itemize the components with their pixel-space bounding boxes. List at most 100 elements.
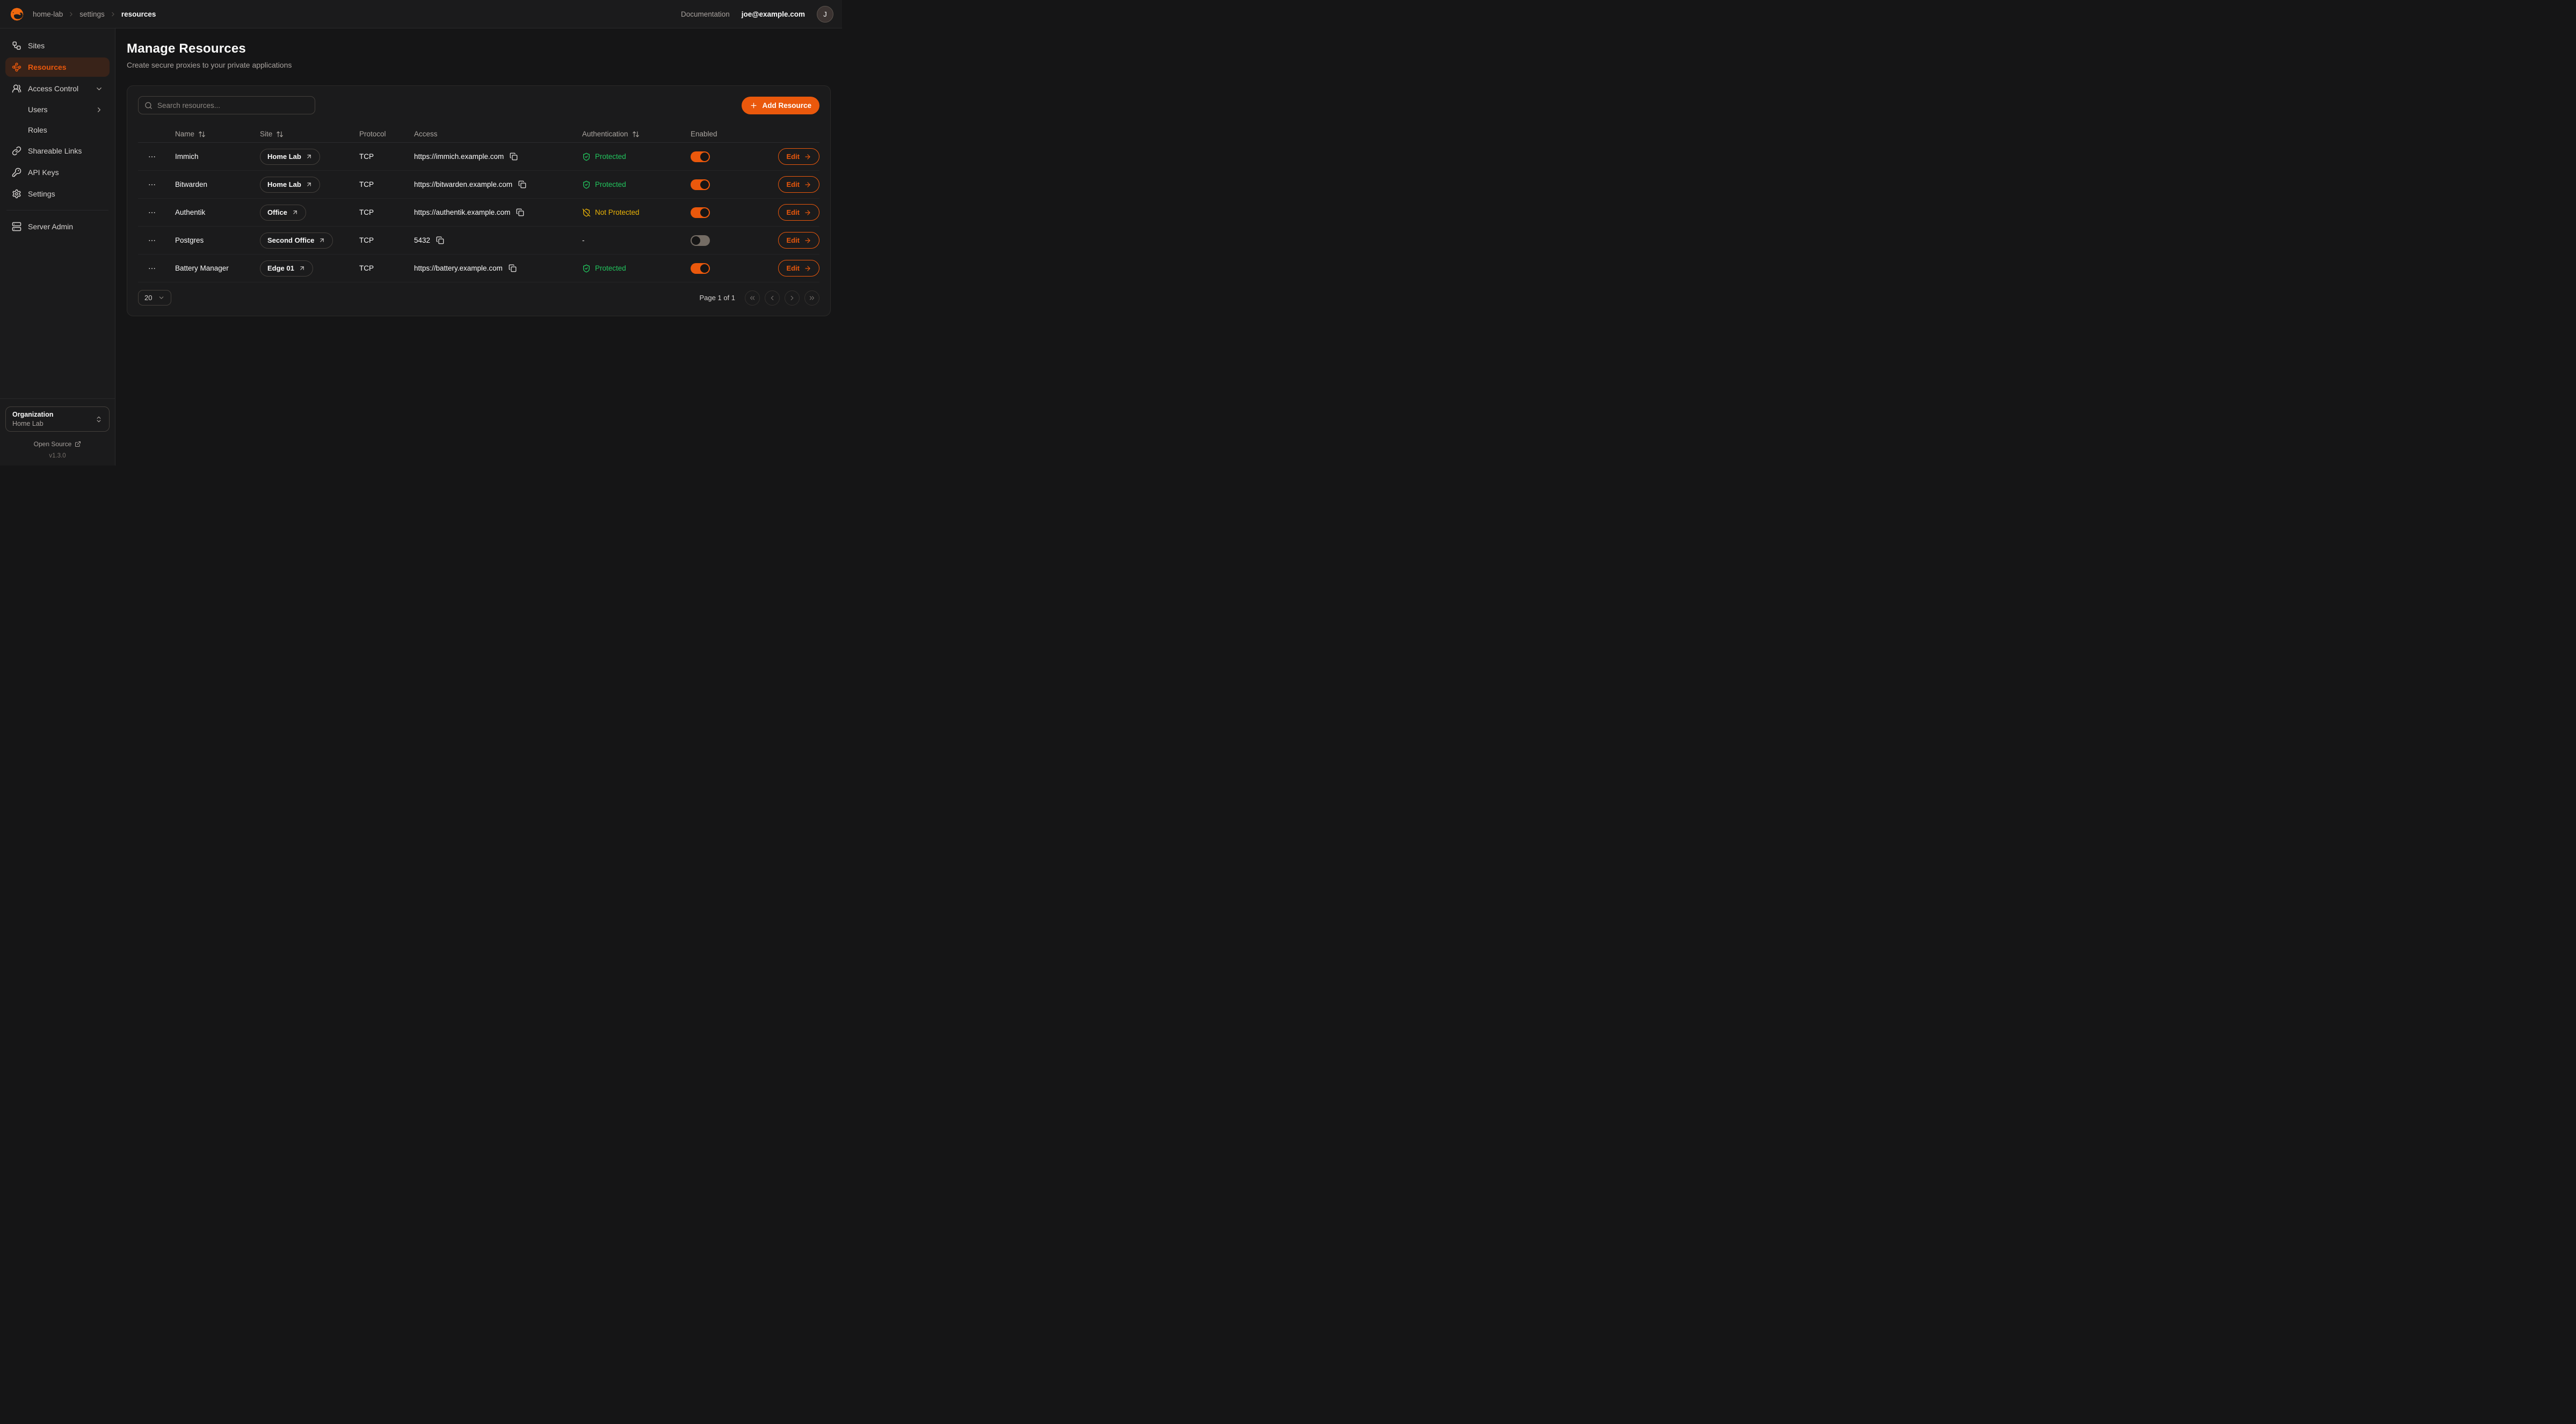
auth-status: - <box>582 236 691 244</box>
sort-icon[interactable] <box>276 130 284 138</box>
sidebar-item-sites[interactable]: Sites <box>5 36 110 55</box>
sidebar-item-server-admin[interactable]: Server Admin <box>5 217 110 236</box>
sidebar-item-access-control[interactable]: Access Control <box>5 79 110 98</box>
sidebar-item-api-keys[interactable]: API Keys <box>5 163 110 182</box>
sidebar-item-roles[interactable]: Roles <box>5 121 110 139</box>
table-header-row: Name Site Protocol <box>138 126 819 143</box>
arrow-up-right-icon <box>306 153 313 160</box>
auth-status-label: Not Protected <box>595 208 640 216</box>
resource-name: Bitwarden <box>175 180 260 188</box>
pangolin-logo <box>9 6 25 23</box>
sidebar-item-shareable-links[interactable]: Shareable Links <box>5 141 110 161</box>
site-link-badge[interactable]: Office <box>260 205 306 221</box>
sort-icon[interactable] <box>632 130 640 138</box>
shield-check-icon <box>582 180 591 189</box>
resource-protocol: TCP <box>359 208 414 216</box>
table-row: Battery Manager Edge 01 TCP https://batt… <box>138 255 819 282</box>
add-resource-button[interactable]: Add Resource <box>742 97 819 114</box>
next-page-button[interactable] <box>785 290 800 306</box>
sidebar-item-label: Shareable Links <box>28 147 82 155</box>
chevron-down-icon <box>95 85 103 93</box>
open-source-label: Open Source <box>34 440 72 448</box>
table-row: Authentik Office TCP https://authentik.e… <box>138 199 819 227</box>
copy-icon[interactable] <box>436 236 444 244</box>
pagination: Page 1 of 1 <box>700 290 820 306</box>
breadcrumb-org[interactable]: home-lab <box>33 10 63 18</box>
open-source-link[interactable]: Open Source <box>5 440 110 448</box>
auth-status: Protected <box>582 264 691 273</box>
enabled-toggle[interactable] <box>691 235 710 246</box>
site-link-badge[interactable]: Edge 01 <box>260 260 313 277</box>
row-actions-menu-button[interactable] <box>146 234 158 247</box>
row-actions-menu-button[interactable] <box>146 206 158 219</box>
site-link-badge[interactable]: Home Lab <box>260 177 320 193</box>
server-icon <box>12 222 21 231</box>
row-actions-menu-button[interactable] <box>146 262 158 275</box>
sidebar-item-users[interactable]: Users <box>5 100 110 119</box>
copy-icon[interactable] <box>516 208 524 216</box>
organization-picker[interactable]: Organization Home Lab <box>5 406 110 432</box>
enabled-toggle[interactable] <box>691 263 710 274</box>
sidebar-item-resources[interactable]: Resources <box>5 57 110 77</box>
edit-button[interactable]: Edit <box>778 204 819 221</box>
shield-check-icon <box>582 264 591 273</box>
column-header-access: Access <box>414 130 582 138</box>
workflow-icon <box>12 41 21 50</box>
enabled-toggle[interactable] <box>691 179 710 190</box>
page-title: Manage Resources <box>127 41 831 56</box>
auth-status: Not Protected <box>582 208 691 217</box>
arrow-right-icon <box>804 209 811 216</box>
row-actions-menu-button[interactable] <box>146 178 158 191</box>
edit-button[interactable]: Edit <box>778 260 819 277</box>
auth-status-label: - <box>582 236 585 244</box>
edit-button[interactable]: Edit <box>778 176 819 193</box>
user-email[interactable]: joe@example.com <box>742 10 805 18</box>
site-link-badge[interactable]: Second Office <box>260 233 333 249</box>
copy-icon[interactable] <box>518 180 526 188</box>
documentation-link[interactable]: Documentation <box>681 10 730 18</box>
avatar[interactable]: J <box>817 6 833 23</box>
chevron-down-icon <box>158 294 165 301</box>
copy-icon[interactable] <box>510 152 518 161</box>
resources-card: Add Resource Name Site <box>127 85 831 316</box>
sidebar-item-settings[interactable]: Settings <box>5 184 110 204</box>
search-input[interactable] <box>157 101 309 110</box>
edit-button[interactable]: Edit <box>778 148 819 165</box>
breadcrumb-settings[interactable]: settings <box>79 10 105 18</box>
table-row: Immich Home Lab TCP https://immich.examp… <box>138 143 819 171</box>
resources-table: Name Site Protocol <box>138 126 819 282</box>
arrow-up-right-icon <box>299 265 306 272</box>
topbar: home-lab settings resources Documentatio… <box>0 0 842 28</box>
shield-check-icon <box>582 152 591 161</box>
search-box <box>138 96 315 114</box>
arrow-right-icon <box>804 181 811 188</box>
arrow-up-right-icon <box>306 181 313 188</box>
page-size-select[interactable]: 20 <box>138 290 171 306</box>
column-header-protocol: Protocol <box>359 130 414 138</box>
resource-access-url: https://immich.example.com <box>414 152 504 161</box>
table-row: Bitwarden Home Lab TCP https://bitwarden… <box>138 171 819 199</box>
edit-button[interactable]: Edit <box>778 232 819 249</box>
auth-status-label: Protected <box>595 264 626 272</box>
chevron-right-icon <box>68 11 75 18</box>
auth-status-label: Protected <box>595 180 626 188</box>
organization-picker-value: Home Lab <box>12 420 53 427</box>
resource-name: Authentik <box>175 208 260 216</box>
key-icon <box>12 168 21 177</box>
resource-name: Postgres <box>175 236 260 244</box>
enabled-toggle[interactable] <box>691 151 710 162</box>
row-actions-menu-button[interactable] <box>146 150 158 163</box>
last-page-button[interactable] <box>804 290 819 306</box>
site-link-badge[interactable]: Home Lab <box>260 149 320 165</box>
copy-icon[interactable] <box>509 264 517 272</box>
arrow-right-icon <box>804 153 811 161</box>
enabled-toggle[interactable] <box>691 207 710 218</box>
sidebar-item-label: Access Control <box>28 84 78 93</box>
shield-off-icon <box>582 208 591 217</box>
previous-page-button[interactable] <box>765 290 780 306</box>
arrow-right-icon <box>804 237 811 244</box>
sort-icon[interactable] <box>198 130 206 138</box>
search-icon <box>144 101 153 110</box>
plus-icon <box>750 101 758 110</box>
first-page-button[interactable] <box>745 290 760 306</box>
